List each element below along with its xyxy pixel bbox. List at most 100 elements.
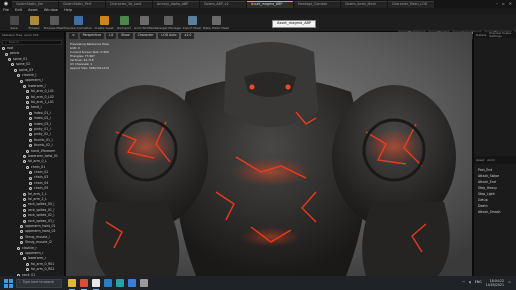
asset-browser-tab[interactable]: Asset bbox=[476, 158, 484, 162]
close-icon[interactable]: ✕ bbox=[509, 2, 512, 6]
bone-icon bbox=[20, 230, 23, 234]
chrome-icon[interactable] bbox=[80, 279, 88, 290]
preview-viewport[interactable]: ≡ Perspective Lit Show Character LOD Auto x1.0… bbox=[66, 32, 472, 276]
bone-name: clavicle_l bbox=[22, 73, 37, 78]
bone-name: root bbox=[7, 46, 14, 51]
bone-name: pinky_01_l bbox=[34, 126, 51, 131]
left-panel-tabs: Skeleton Tree Anim Slot bbox=[0, 32, 64, 38]
bone-name: rock_spikes_03_l bbox=[28, 218, 55, 223]
maximize-icon[interactable]: ▫ bbox=[502, 2, 505, 6]
bone-search-input[interactable]: ⌕ Search... bbox=[2, 40, 62, 45]
editor-tab[interactable]: Golem_Anim_Mesh bbox=[341, 1, 387, 8]
animation-asset-item[interactable]: Attack_Smash bbox=[478, 210, 516, 216]
window-controls: – ▫ ✕ bbox=[496, 0, 516, 8]
bone-icon bbox=[23, 208, 26, 212]
bone-icon bbox=[20, 241, 23, 245]
toolbar-button-icon bbox=[73, 16, 83, 25]
toolbar-button-icon bbox=[9, 16, 19, 25]
bone-name: lowerarm_r bbox=[28, 256, 46, 261]
menu-item[interactable]: Window bbox=[44, 9, 58, 13]
menu-item[interactable]: Edit bbox=[15, 9, 22, 13]
bone-name: fol_arm_1_L bbox=[28, 191, 47, 196]
bone-icon bbox=[14, 68, 17, 72]
bone-icon bbox=[23, 203, 26, 207]
notifications-icon[interactable]: ▭ bbox=[508, 281, 511, 284]
settings-icon[interactable] bbox=[140, 279, 148, 287]
minimize-icon[interactable]: – bbox=[496, 2, 498, 6]
right-panel-tab[interactable]: Details bbox=[476, 33, 486, 37]
menu-item[interactable]: Asset bbox=[28, 9, 38, 13]
toolbar-button-icon bbox=[211, 16, 221, 25]
unreal-logo-icon[interactable]: ◉ bbox=[0, 0, 12, 8]
network-icon[interactable]: ◠ bbox=[462, 281, 465, 284]
viewport-toolbar-button[interactable]: x1.0 bbox=[181, 33, 195, 39]
bone-icon bbox=[26, 95, 29, 99]
bone-icon bbox=[20, 225, 23, 229]
bone-icon bbox=[26, 90, 29, 94]
asset-tooltip: Asset_magma_ABP bbox=[272, 20, 317, 28]
taskbar-search-input[interactable]: ⌕ Type here to search bbox=[16, 278, 62, 288]
bone-tree: root pelvis spine_01 spine_02 spine_03 clavic… bbox=[0, 46, 64, 276]
start-button[interactable] bbox=[3, 278, 13, 288]
editor-tab[interactable]: GolemStatic_Perf bbox=[59, 1, 105, 8]
bone-icon bbox=[29, 138, 32, 142]
toolbar-button[interactable]: Preview Animation bbox=[64, 15, 92, 31]
editor-tab[interactable]: Montage_Combat bbox=[294, 1, 340, 8]
bone-name: Shrug_muscle_l bbox=[25, 234, 50, 239]
menu-item[interactable]: File bbox=[3, 9, 9, 13]
bone-icon bbox=[20, 252, 23, 256]
language-indicator[interactable]: ENG bbox=[475, 281, 482, 284]
bone-name: upperarm_r bbox=[25, 250, 44, 255]
photoshop-icon[interactable] bbox=[104, 279, 112, 287]
toolbar-button[interactable]: Anim Notifies bbox=[132, 15, 156, 31]
golem-character-render bbox=[66, 32, 472, 276]
viewport-stats: Previewing Reference Pose LOD: 0 Current S… bbox=[70, 42, 109, 70]
bone-icon bbox=[17, 246, 20, 250]
bone-icon bbox=[29, 111, 32, 115]
viewport-stat-line: Approx Size: 346x151x274 bbox=[70, 66, 109, 70]
left-panel-tab[interactable]: Anim Slot bbox=[24, 33, 38, 37]
editor-tabs: GolemStatic_0m GolemStatic_Perf Character_… bbox=[12, 0, 435, 8]
asset-browser-tab[interactable]: Anim bbox=[487, 158, 495, 162]
left-panel-tab[interactable]: Skeleton Tree bbox=[2, 33, 22, 37]
unreal-engine-icon[interactable] bbox=[92, 279, 100, 290]
bone-name: chain_03 bbox=[34, 175, 49, 180]
viewport-toolbar-button[interactable]: Perspective bbox=[79, 33, 105, 39]
menu-item[interactable]: Help bbox=[64, 9, 72, 13]
toolbar-button[interactable]: Make Static Mesh bbox=[203, 15, 229, 31]
bone-name: pinky_02_l bbox=[34, 132, 51, 137]
toolbar-button-label: Preview Mesh bbox=[43, 26, 65, 30]
clock[interactable]: 18:04:22 14/05/2021 bbox=[486, 279, 504, 287]
toolbar-button[interactable]: Retarget Manager bbox=[154, 15, 182, 31]
bone-name: clavicle_r bbox=[22, 245, 37, 250]
toolbar-button[interactable]: Preview Mesh bbox=[42, 15, 66, 31]
viewport-toolbar-button[interactable]: Lit bbox=[106, 33, 117, 39]
viewport-toolbar-button[interactable]: Character bbox=[134, 33, 157, 39]
maya-icon[interactable] bbox=[116, 279, 124, 287]
bone-icon bbox=[23, 198, 26, 202]
bone-icon bbox=[26, 101, 29, 105]
editor-tab[interactable]: GolemStatic_0m bbox=[12, 1, 58, 8]
toolbar-button[interactable]: Import Mesh bbox=[180, 15, 204, 31]
bone-icon bbox=[29, 187, 32, 191]
bone-name: fol_arm_2_L bbox=[28, 197, 47, 202]
mail-icon[interactable] bbox=[128, 279, 136, 287]
toolbar-button-icon bbox=[163, 16, 173, 25]
bone-icon bbox=[26, 262, 29, 266]
file-explorer-icon[interactable] bbox=[68, 279, 76, 290]
editor-tab[interactable]: Character_Mesh_LOD bbox=[388, 1, 434, 8]
editor-tab[interactable]: Character_3d_Lod1 bbox=[106, 1, 152, 8]
editor-tab[interactable]: Armory_Alpha_ABP bbox=[153, 1, 199, 8]
animation-asset-list: Pain_End Attack_Swipe Attack_End Step_Heavy… bbox=[478, 168, 516, 216]
viewport-toolbar-button[interactable]: ≡ bbox=[69, 33, 78, 39]
editor-tab[interactable]: Asset_magma_ABP bbox=[247, 1, 293, 8]
editor-tab[interactable]: Golem_ABP_v2 bbox=[200, 1, 246, 8]
viewport-toolbar-button[interactable]: Show bbox=[118, 33, 133, 39]
bone-name: upperarm_twist_01 bbox=[25, 223, 56, 228]
right-panel-tab[interactable]: Preview Scene Settings bbox=[489, 32, 516, 38]
bone-name: chain_01 bbox=[31, 164, 46, 169]
bone-icon bbox=[23, 160, 26, 164]
bone-icon bbox=[8, 57, 11, 61]
viewport-toolbar-button[interactable]: LOD Auto bbox=[158, 33, 180, 39]
volume-icon[interactable]: ◖ bbox=[469, 281, 471, 284]
